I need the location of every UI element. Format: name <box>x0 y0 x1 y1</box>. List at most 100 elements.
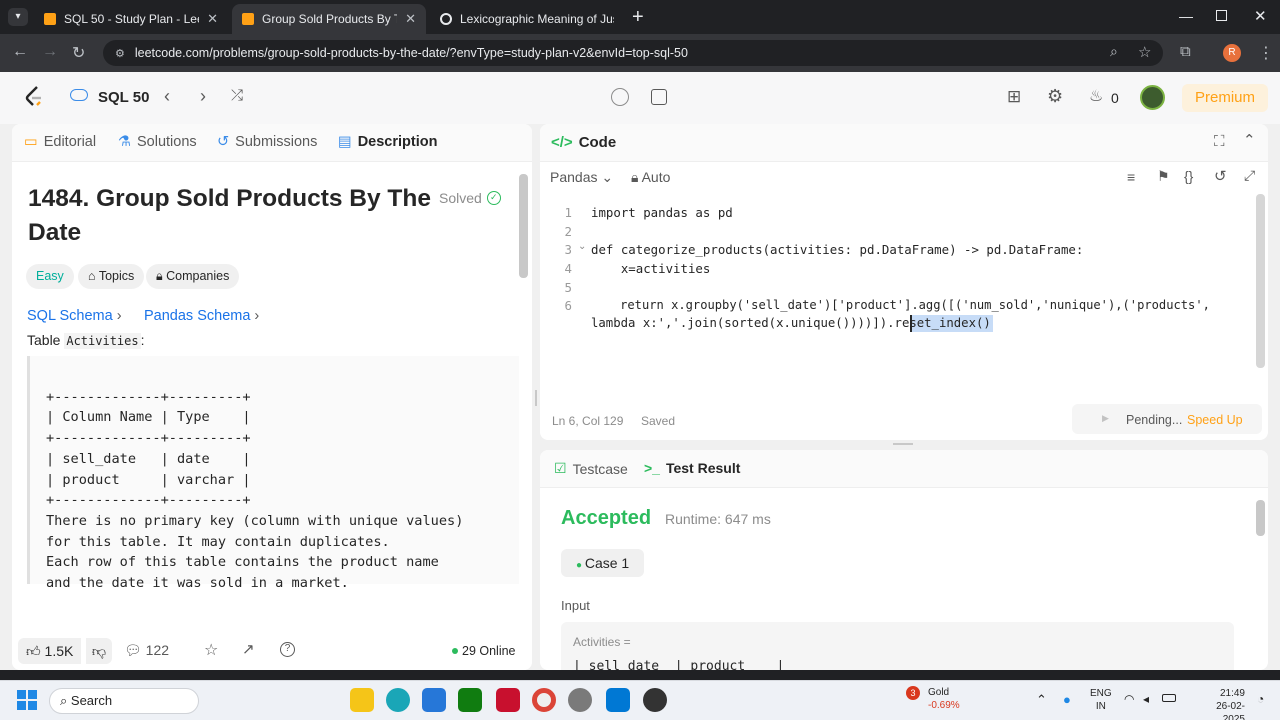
close-icon[interactable]: ✕ <box>207 11 218 27</box>
bookmark-star-icon[interactable]: ☆ <box>1138 43 1151 61</box>
title-line: Date <box>28 219 82 246</box>
expand-icon[interactable]: ⤢ <box>1244 167 1255 184</box>
code-line[interactable]: import pandas as pd <box>591 205 733 220</box>
vscode-icon[interactable] <box>606 688 630 712</box>
timer-icon[interactable] <box>611 88 629 106</box>
reset-icon[interactable]: ↺ <box>1214 167 1227 185</box>
back-icon[interactable]: ← <box>12 43 28 61</box>
input-var-label: Activities = <box>573 635 631 649</box>
app-icon[interactable] <box>643 688 667 712</box>
shuffle-icon[interactable]: ⤮ <box>231 87 243 104</box>
sql-schema-link[interactable]: SQL Schema › <box>27 308 122 324</box>
volume-icon[interactable]: ◂ <box>1143 692 1149 706</box>
chevron-right-icon: › <box>250 308 260 324</box>
reload-icon[interactable]: ↻ <box>72 43 85 63</box>
topics-badge[interactable]: ⌂ Topics <box>78 264 145 289</box>
clock[interactable]: 21:49 26-02-2025 <box>1197 687 1245 720</box>
share-icon[interactable]: ↗ <box>242 640 255 658</box>
maximize-icon[interactable] <box>1216 10 1227 21</box>
new-tab-button[interactable]: + <box>632 6 644 29</box>
like-button[interactable]: 👍︎ 1.5K <box>18 638 82 664</box>
menu-dots-icon[interactable]: ⋮ <box>1258 43 1274 63</box>
study-plan-name[interactable]: SQL 50 <box>98 89 149 106</box>
vertical-splitter[interactable] <box>535 390 537 406</box>
url-text: leetcode.com/problems/group-sold-product… <box>134 46 688 60</box>
prev-problem-icon[interactable]: ‹ <box>164 86 170 107</box>
tab-editorial[interactable]: ▭ Editorial <box>24 134 96 150</box>
site-info-icon[interactable]: ⚙ <box>115 47 125 60</box>
chrome-icon[interactable] <box>532 688 556 712</box>
layout-grid-icon[interactable]: ⊞ <box>1007 87 1021 107</box>
horizontal-splitter[interactable] <box>893 443 913 445</box>
zoom-icon[interactable]: ⌕ <box>1110 43 1118 60</box>
description-scrollbar[interactable] <box>519 174 528 278</box>
leetcode-logo-icon[interactable] <box>24 85 44 109</box>
tab-description[interactable]: ▤ Description <box>338 134 437 150</box>
code-line-wrap[interactable]: lambda x:','.join(sorted(x.unique())))])… <box>591 316 991 330</box>
battery-icon[interactable] <box>1162 694 1176 702</box>
collapse-chevron-up-icon[interactable]: ⌃ <box>1243 131 1256 149</box>
mcafee-icon[interactable] <box>496 688 520 712</box>
tab-solutions[interactable]: ⚗ Solutions <box>118 134 197 150</box>
speed-up-button[interactable]: Speed Up <box>1187 413 1243 427</box>
store-icon[interactable] <box>422 688 446 712</box>
next-problem-icon[interactable]: › <box>200 86 206 107</box>
streak-fire-icon[interactable]: ♨ <box>1089 86 1103 106</box>
tab-test-result[interactable]: >_ Test Result <box>644 460 740 476</box>
online-dot-icon <box>452 648 458 654</box>
favorite-star-icon[interactable]: ☆ <box>204 640 218 660</box>
close-icon[interactable]: ✕ <box>405 11 416 27</box>
browser-tab-group-sold[interactable]: Group Sold Products By The Da ✕ <box>232 4 426 34</box>
bookmark-icon[interactable]: ⚑ <box>1157 168 1170 185</box>
edge-browser-icon[interactable] <box>386 688 410 712</box>
language-indicator[interactable]: ENG IN <box>1090 687 1112 713</box>
auto-mode-toggle[interactable]: 🔒︎ Auto <box>631 169 670 186</box>
microphone-icon[interactable]: ● <box>1063 692 1071 707</box>
notification-bell-icon[interactable]: ◔ <box>1257 692 1264 706</box>
code-line[interactable]: return x.groupby('sell_date')['product']… <box>591 298 1210 312</box>
browser-tab-lexicographic[interactable]: Lexicographic Meaning of Just <box>430 4 624 34</box>
profile-avatar[interactable]: R <box>1223 44 1241 62</box>
code-line[interactable]: def categorize_products(activities: pd.D… <box>591 242 1083 257</box>
case-tab[interactable]: ● Case 1 <box>561 549 645 577</box>
forward-icon[interactable]: → <box>42 43 58 61</box>
difficulty-badge[interactable]: Easy <box>26 264 74 289</box>
fold-chevron-icon[interactable]: ⌄ <box>578 241 586 252</box>
pandas-schema-link[interactable]: Pandas Schema › <box>144 308 259 324</box>
close-window-icon[interactable]: ✕ <box>1254 7 1267 25</box>
comments-button[interactable]: 💬︎ 122 <box>124 642 169 659</box>
companies-badge[interactable]: 🔒︎ Companies <box>146 264 240 289</box>
format-icon[interactable]: ≡ <box>1127 169 1135 185</box>
braces-icon[interactable]: {} <box>1184 168 1193 184</box>
tab-submissions[interactable]: ↺ Submissions <box>217 134 317 150</box>
file-explorer-icon[interactable] <box>350 688 374 712</box>
browser-tab-sql50[interactable]: SQL 50 - Study Plan - LeetCode ✕ <box>34 4 228 34</box>
code-brackets-icon: </> <box>551 134 573 151</box>
chevron-down-icon: ⌄ <box>597 169 614 185</box>
taskbar-search[interactable]: ⌕ Search <box>49 688 199 714</box>
result-scrollbar[interactable] <box>1256 500 1265 536</box>
windows-start-icon[interactable] <box>17 690 37 710</box>
editor-scrollbar[interactable] <box>1256 194 1265 368</box>
extensions-icon[interactable]: ⧉ <box>1180 43 1191 60</box>
user-avatar[interactable] <box>1140 85 1165 110</box>
url-bar[interactable]: ⚙ leetcode.com/problems/group-sold-produ… <box>103 40 1163 66</box>
settings-icon[interactable] <box>568 688 592 712</box>
tab-search-button[interactable]: ▾ <box>8 8 28 26</box>
dislike-button[interactable]: 👎︎ <box>86 638 112 664</box>
minimize-icon[interactable]: — <box>1179 8 1193 24</box>
tab-testcase[interactable]: ☑ Testcase <box>554 460 628 477</box>
tab-title: Lexicographic Meaning of Just <box>460 12 614 26</box>
lang-region: IN <box>1095 701 1106 712</box>
language-select[interactable]: Pandas ⌄ <box>550 169 613 186</box>
help-icon[interactable]: ? <box>280 642 295 657</box>
verdict: Accepted <box>561 507 652 529</box>
chevron-up-icon[interactable]: ⌃ <box>1036 692 1047 708</box>
premium-button[interactable]: Premium <box>1182 84 1268 112</box>
wifi-icon[interactable]: ◠ <box>1124 692 1134 706</box>
settings-gear-icon[interactable]: ⚙ <box>1047 86 1063 107</box>
notes-icon[interactable] <box>651 89 667 105</box>
fullscreen-icon[interactable]: ⛶ <box>1214 133 1225 150</box>
xbox-icon[interactable] <box>458 688 482 712</box>
code-line[interactable]: x=activities <box>591 261 711 276</box>
